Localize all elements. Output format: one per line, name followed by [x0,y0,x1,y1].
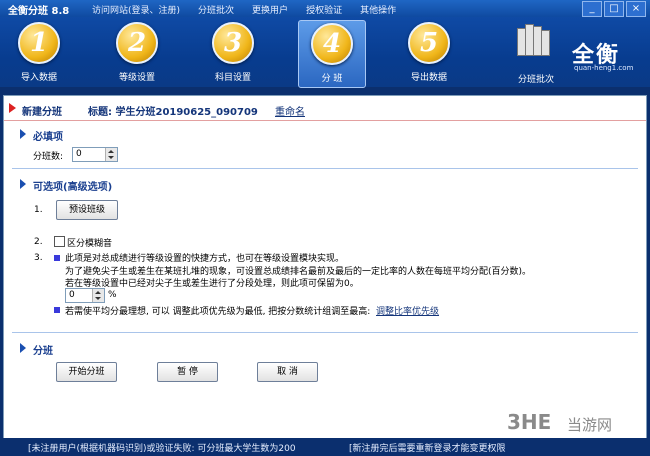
adjust-priority-link[interactable]: 调整比率优先级 [376,304,439,317]
header-bar: 新建分班 标题: 学生分班20190625_090709 重命名 [4,96,646,121]
spin-arrows-icon[interactable] [92,289,104,302]
section-arrow-icon [20,343,26,353]
level-settings-label: 等级设置 [118,73,155,83]
step-3-icon: 3 [212,22,254,64]
cancel-button[interactable]: 取 消 [257,362,318,382]
optional-section-title: 可选项(高级选项) [33,182,113,193]
bullet-icon [54,307,60,313]
fuzzy-sound-label: 区分模糊音 [67,239,113,249]
section-arrow-icon [20,179,26,189]
priority-tip: 若需使平均分最理想, 可以 调整此项优先级为最低, 把按分数统计组调至最高: [65,307,371,317]
divider [12,332,638,333]
step-2-icon: 2 [116,22,158,64]
description-line-3: 若在等级设置中已经对尖子生或差生进行了分段处理，则此项可保留为0。 [65,279,359,289]
fuzzy-sound-checkbox[interactable] [54,236,65,247]
level-settings-button[interactable]: 2 等级设置 [104,20,170,86]
preset-class-button[interactable]: 预设班级 [56,200,118,220]
license-status: [未注册用户(根据机器码识别)或验证失败: 可分班最大学生数为200 [28,444,296,454]
class-count-label: 分班数: [33,152,64,162]
item-1-number: 1. [34,205,43,215]
minimize-button[interactable]: _ [582,1,602,17]
division-title: 标题: 学生分班20190625_090709 [88,107,258,118]
class-count-value: 0 [76,149,82,159]
books-icon [517,22,551,56]
new-division-label: 新建分班 [22,107,62,118]
step-5-icon: 5 [408,22,450,64]
percent-stepper[interactable]: 0 [65,288,105,303]
menu-visit-site[interactable]: 访问网站(登录、注册) [92,3,180,16]
divider [12,168,638,169]
status-bar: [未注册用户(根据机器码识别)或验证失败: 可分班最大学生数为200 [新注册完… [0,438,650,456]
watermark-site: 当游网 [567,416,613,434]
description-line-1: 此项是对总成绩进行等级设置的快捷方式，也可在等级设置模块实现。 [65,254,345,264]
menu-license[interactable]: 授权验证 [306,3,342,16]
class-count-stepper[interactable]: 0 [72,147,118,162]
app-title: 全衡分班 8.8 [8,6,70,17]
brand-url: quan-heng1.com [574,64,634,72]
divide-class-button[interactable]: 4 分 班 [298,20,366,88]
subject-settings-label: 科目设置 [214,73,251,83]
toolbar: 1 导入数据 2 等级设置 3 科目设置 4 分 班 5 导出数据 分班批次 全… [0,17,650,88]
section-arrow-icon [20,129,26,139]
batch-button[interactable]: 分班批次 [503,20,569,86]
window-controls: _ □ × [582,1,646,17]
bullet-icon [54,255,60,261]
step-4-icon: 4 [311,23,353,65]
menu-bar: 访问网站(登录、注册) 分班批次 更换用户 授权验证 其他操作 [92,3,414,16]
batch-label: 分班批次 [517,75,554,85]
step-1-icon: 1 [18,22,60,64]
rename-link[interactable]: 重命名 [275,103,305,118]
pause-button[interactable]: 暂 停 [157,362,218,382]
item-3-number: 3. [34,253,43,263]
arrow-right-icon [9,103,16,113]
divide-class-label: 分 班 [321,74,343,84]
main-panel: 新建分班 标题: 学生分班20190625_090709 重命名 必填项 分班数… [3,95,647,440]
item-2-number: 2. [34,237,43,247]
export-data-label: 导出数据 [410,73,447,83]
export-data-button[interactable]: 5 导出数据 [396,20,462,86]
close-button[interactable]: × [626,1,646,17]
percent-value: 0 [69,290,75,300]
maximize-button[interactable]: □ [604,1,624,17]
required-section-title: 必填项 [33,132,63,143]
menu-batch[interactable]: 分班批次 [198,3,234,16]
percent-unit: % [108,290,117,300]
import-data-label: 导入数据 [20,73,57,83]
subject-settings-button[interactable]: 3 科目设置 [200,20,266,86]
start-division-button[interactable]: 开始分班 [56,362,117,382]
spin-arrows-icon[interactable] [105,148,117,161]
menu-switch-user[interactable]: 更换用户 [252,3,288,16]
menu-other[interactable]: 其他操作 [360,3,396,16]
divide-section-title: 分班 [33,346,53,357]
import-data-button[interactable]: 1 导入数据 [6,20,72,86]
title-bar: 全衡分班 8.8 访问网站(登录、注册) 分班批次 更换用户 授权验证 其他操作… [0,0,650,17]
watermark-brand: 3HE [507,410,552,434]
relogin-notice: [新注册完后需要重新登录才能变更权限 [349,444,506,454]
